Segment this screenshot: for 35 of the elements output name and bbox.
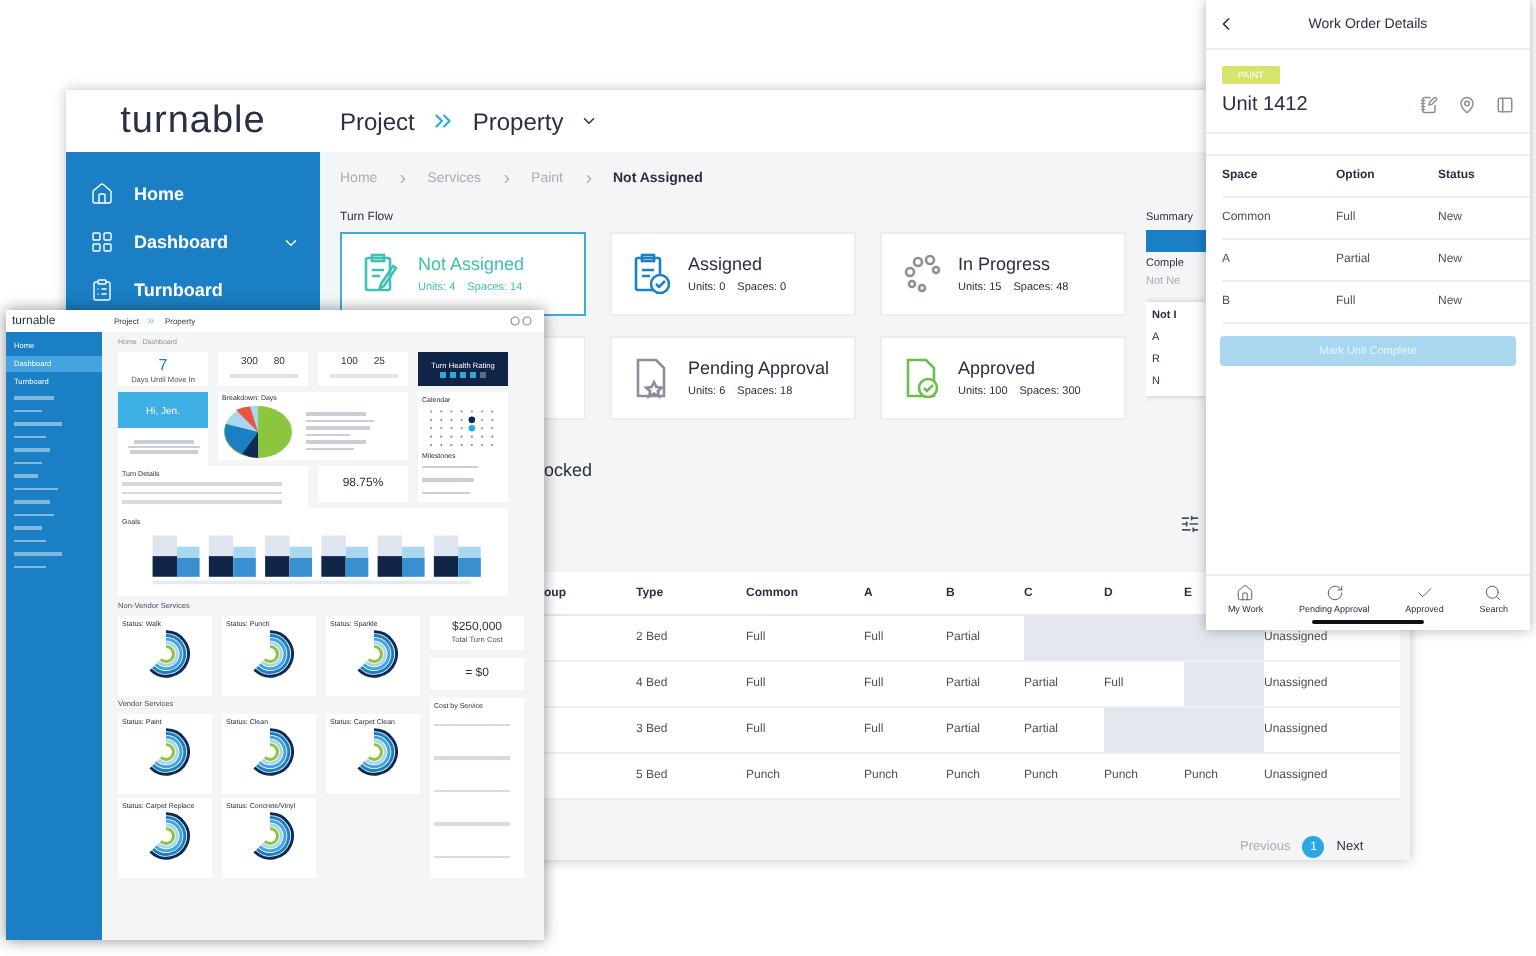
filter-icon[interactable] — [1180, 514, 1200, 534]
refresh-icon — [1325, 584, 1344, 602]
sidebar-item[interactable]: Dashboard — [66, 218, 320, 266]
card-title: Pending Approval — [688, 358, 830, 378]
section-title: ocked — [544, 460, 595, 480]
empty-cell — [1184, 662, 1264, 708]
chevron-right-icon — [499, 172, 514, 186]
sidebar-item[interactable]: Home — [66, 170, 320, 218]
home-indicator — [1312, 620, 1424, 624]
card-title: Assigned — [688, 254, 765, 274]
property-dropdown[interactable]: Property — [472, 107, 564, 135]
card-title: Approved — [958, 358, 1038, 378]
sidebar-item[interactable]: Turnboard — [66, 266, 320, 314]
map-pin-icon[interactable] — [1458, 96, 1476, 114]
card-title: In Progress — [958, 254, 1053, 274]
unit-title: Unit 1412 — [1222, 94, 1310, 116]
list-icon — [90, 278, 114, 302]
summary-bar — [1146, 230, 1206, 252]
search-icon — [1484, 584, 1503, 602]
logo: turnable — [120, 99, 266, 143]
home-icon — [1236, 584, 1255, 602]
header-icons-drawing — [510, 316, 532, 326]
check-icon — [1415, 584, 1434, 602]
chevron-right-icon — [581, 172, 595, 186]
project-link[interactable]: Project — [340, 107, 415, 135]
home-icon — [90, 182, 114, 206]
card-title: Not Assigned — [418, 254, 525, 274]
pie-chart-drawing — [222, 403, 294, 459]
notes-icon[interactable] — [1420, 96, 1438, 114]
panel-icon[interactable] — [1496, 96, 1514, 114]
chevron-right-icon — [395, 172, 410, 186]
double-chevron-icon — [146, 316, 157, 326]
countdown-value: 7 — [158, 355, 168, 373]
chevron-down-icon — [579, 112, 598, 130]
grid-icon — [90, 230, 114, 254]
